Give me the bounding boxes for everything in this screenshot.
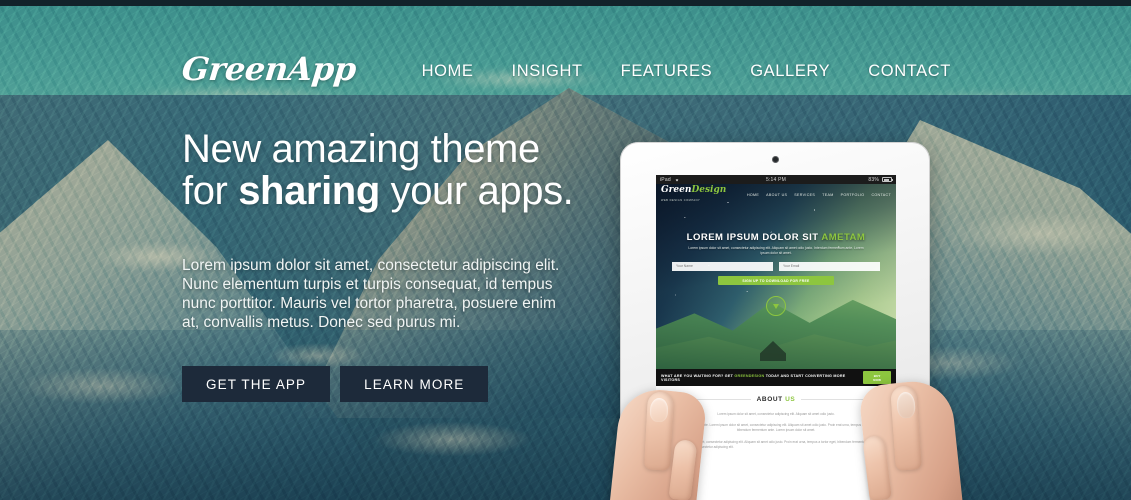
hero-button-row: GET THE APP LEARN MORE	[182, 366, 582, 402]
tablet-site-logo[interactable]: GreenDesign WEB DESIGN COMPANY	[661, 184, 727, 205]
divider-right	[801, 399, 886, 400]
tablet-camera-icon	[771, 156, 779, 163]
scroll-down-arrow-icon[interactable]	[766, 296, 786, 316]
tablet-about-paragraph-2: Interdum fermentum ante. Lorem ipsum dol…	[672, 423, 880, 433]
tablet-nav-item-services[interactable]: SERVICES	[794, 193, 815, 197]
tablet-logo-tagline: WEB DESIGN COMPANY	[661, 198, 701, 202]
hero-section: New amazing theme for sharing your apps.…	[182, 128, 582, 402]
tablet-about-section: ABOUT US Lorem ipsum dolor sit amet, con…	[656, 386, 896, 500]
top-accent-bar	[0, 0, 1131, 6]
tablet-status-bar: iPad 5:14 PM 83%	[656, 175, 896, 184]
hero-headline-emphasis: sharing	[238, 169, 380, 213]
nav-item-contact[interactable]: CONTACT	[868, 62, 951, 81]
tablet-cta-band-text: WHAT ARE YOU WAITING FOR? GET GREENDESIG…	[661, 374, 863, 382]
band-text-accent: GREENDESIGN	[734, 373, 765, 378]
about-title-part1: ABOUT	[756, 396, 786, 403]
tablet-about-paragraph-1: Lorem ipsum dolor sit amet, consectetur …	[717, 412, 835, 416]
main-navigation: HOME INSIGHT FEATURES GALLERY CONTACT	[422, 62, 951, 81]
tablet-hero-headline: LOREM IPSUM DOLOR SIT AMETAM	[656, 232, 896, 243]
tablet-mockup: iPad 5:14 PM 83% GreenDesign WEB DESIGN …	[620, 142, 930, 500]
tablet-about-heading: ABOUT US	[666, 396, 886, 403]
hero-headline: New amazing theme for sharing your apps.	[182, 128, 582, 212]
divider-left	[666, 399, 751, 400]
tablet-nav-item-about[interactable]: ABOUT US	[766, 193, 787, 197]
tablet-site-hero: GreenDesign WEB DESIGN COMPANY HOME ABOUT…	[656, 184, 896, 369]
tablet-signup-form	[672, 262, 880, 271]
about-title-accent: US	[785, 396, 796, 403]
nav-item-home[interactable]: HOME	[422, 62, 474, 81]
nav-item-insight[interactable]: INSIGHT	[512, 62, 583, 81]
nav-item-gallery[interactable]: GALLERY	[750, 62, 830, 81]
hero-headline-part2: your apps.	[379, 169, 574, 213]
get-the-app-button[interactable]: GET THE APP	[182, 366, 331, 402]
tablet-about-paragraph-3: Lorem ipsum dolor sit amet, consectetur …	[666, 439, 886, 449]
tablet-signup-button[interactable]: SIGN UP TO DOWNLOAD FOR FREE	[718, 276, 834, 285]
tablet-site-navigation: GreenDesign WEB DESIGN COMPANY HOME ABOUT…	[656, 184, 896, 206]
tablet-name-input[interactable]	[672, 262, 773, 271]
tablet-nav-item-team[interactable]: TEAM	[822, 193, 833, 197]
tablet-buy-now-button[interactable]: BUY NOW	[863, 371, 891, 384]
nav-item-features[interactable]: FEATURES	[621, 62, 713, 81]
tablet-email-input[interactable]	[779, 262, 880, 271]
tablet-logo-first: Green	[661, 184, 692, 195]
tablet-screen: iPad 5:14 PM 83% GreenDesign WEB DESIGN …	[656, 175, 896, 500]
status-time: 5:14 PM	[765, 176, 787, 183]
tablet-cta-band: WHAT ARE YOU WAITING FOR? GET GREENDESIG…	[656, 369, 896, 386]
learn-more-button[interactable]: LEARN MORE	[340, 366, 489, 402]
battery-icon	[882, 177, 893, 182]
tablet-nav-item-home[interactable]: HOME	[747, 193, 759, 197]
hero-paragraph: Lorem ipsum dolor sit amet, consectetur …	[182, 257, 560, 331]
site-logo[interactable]: GreenApp	[180, 50, 358, 88]
tablet-logo-second: Design	[691, 184, 727, 195]
tablet-nav-item-contact[interactable]: CONTACT	[871, 193, 891, 197]
tablet-hero-headline-accent: AMETAM	[821, 232, 866, 243]
page-root: GreenApp HOME INSIGHT FEATURES GALLERY C…	[0, 0, 1131, 500]
tablet-hero-headline-part1: LOREM IPSUM DOLOR SIT	[686, 232, 822, 243]
site-header: GreenApp HOME INSIGHT FEATURES GALLERY C…	[0, 6, 1131, 96]
tablet-nav-links: HOME ABOUT US SERVICES TEAM PORTFOLIO CO…	[747, 193, 891, 197]
tablet-hero-subtext: Lorem ipsum dolor sit amet, consectetur …	[688, 246, 864, 255]
tablet-nav-item-portfolio[interactable]: PORTFOLIO	[841, 193, 865, 197]
tablet-about-title: ABOUT US	[757, 396, 796, 403]
